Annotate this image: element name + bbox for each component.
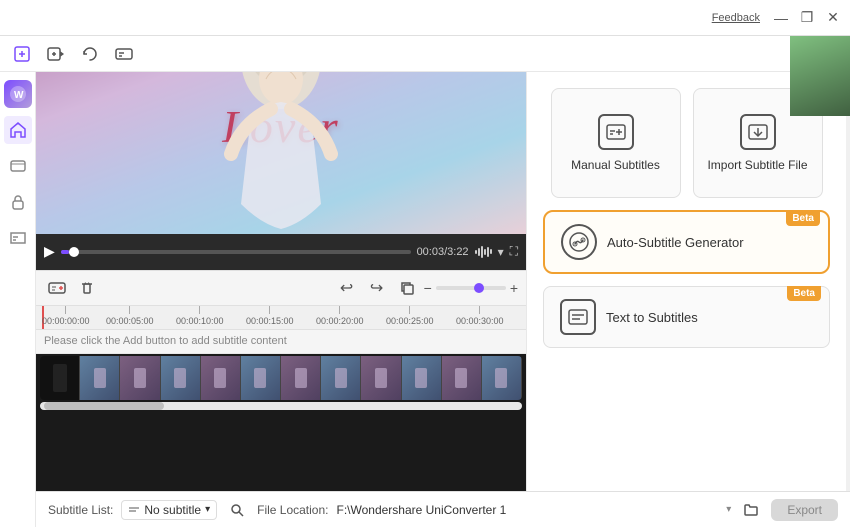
auto-subtitle-card[interactable]: Beta Auto-Subtitle Generator: [543, 210, 830, 274]
import-subtitle-label: Import Subtitle File: [707, 158, 807, 172]
video-background: Lover: [36, 72, 526, 234]
main-area: W: [0, 72, 850, 527]
auto-subtitle-label: Auto-Subtitle Generator: [607, 235, 744, 250]
file-location-label: File Location:: [257, 503, 328, 517]
text-to-subtitle-card[interactable]: Beta Text to Subtitles: [543, 286, 830, 348]
title-bar: Feedback — ❐ ✕: [0, 0, 850, 36]
video-section: Lover: [36, 72, 526, 491]
thumbnail-corner: [790, 72, 846, 116]
video-container: Lover: [36, 72, 526, 234]
thumb-6: [281, 356, 321, 400]
scrollbar-thumb: [44, 402, 164, 410]
restore-button[interactable]: ❐: [798, 9, 816, 27]
video-controls: ▶ 00:03/3:22 ▾: [36, 234, 526, 270]
text-subtitle-beta-badge: Beta: [787, 286, 821, 301]
file-path-value: F:\Wondershare UniConverter 1: [336, 503, 718, 517]
subtitle-options-row: Manual Subtitles Import Subtitle File: [543, 88, 830, 198]
close-button[interactable]: ✕: [824, 9, 842, 27]
ruler-mark-2: 00:00:10:00: [176, 306, 224, 326]
ruler-mark-1: 00:00:05:00: [106, 306, 154, 326]
subtitle-list-label: Subtitle List:: [48, 503, 113, 517]
thumb-5: [241, 356, 281, 400]
feedback-link[interactable]: Feedback: [712, 12, 760, 24]
audio-options-button[interactable]: ▾: [498, 245, 504, 259]
sidebar-item-subtitle[interactable]: [4, 224, 32, 252]
folder-button[interactable]: [739, 498, 763, 522]
app-logo: W: [4, 80, 32, 108]
timeline-content: Please click the Add button to add subti…: [36, 330, 526, 492]
search-button[interactable]: [225, 498, 249, 522]
play-button[interactable]: ▶: [44, 243, 55, 260]
manual-subtitles-card[interactable]: Manual Subtitles: [551, 88, 681, 198]
subtitle-add-button[interactable]: [44, 275, 70, 301]
export-button[interactable]: Export: [771, 499, 838, 521]
new-project-icon[interactable]: [8, 40, 36, 68]
left-sidebar: W: [0, 72, 36, 527]
right-panel: Manual Subtitles Import Subtitle File: [526, 72, 846, 491]
ruler-mark-3: 00:00:15:00: [246, 306, 294, 326]
thumb-2: [120, 356, 160, 400]
ruler-mark-4: 00:00:20:00: [316, 306, 364, 326]
video-track: [40, 356, 522, 400]
person-silhouette: [171, 72, 391, 234]
text-subtitle-icon: [560, 299, 596, 335]
thumb-8: [361, 356, 401, 400]
refresh-icon[interactable]: [76, 40, 104, 68]
thumb-7: [321, 356, 361, 400]
add-video-icon[interactable]: [42, 40, 70, 68]
text-to-subtitle-label: Text to Subtitles: [606, 310, 698, 325]
time-display: 00:03/3:22: [417, 246, 469, 258]
zoom-slider[interactable]: [436, 286, 506, 290]
subtitle-list-select[interactable]: No subtitle ▾: [121, 500, 217, 520]
video-panel-row: Lover: [36, 72, 850, 491]
toolbar: [0, 36, 850, 72]
progress-indicator: [69, 247, 79, 257]
subtitle-dropdown-icon: ▾: [205, 504, 210, 515]
edit-toolbar-right: ↩ ↪ − +: [334, 275, 518, 301]
timeline-scrollbar[interactable]: [40, 402, 522, 410]
sidebar-item-media[interactable]: [4, 152, 32, 180]
sidebar-item-lock[interactable]: [4, 188, 32, 216]
ruler-mark-6: 00:00:30:00: [456, 306, 504, 326]
minimize-button[interactable]: —: [772, 9, 790, 27]
auto-subtitle-icon: [561, 224, 597, 260]
thumb-3: [161, 356, 201, 400]
waveform-icon: [475, 246, 492, 258]
manual-subtitles-label: Manual Subtitles: [571, 158, 660, 172]
thumb-11: [482, 356, 522, 400]
thumb-9: [402, 356, 442, 400]
fullscreen-button[interactable]: ⛶: [510, 244, 518, 259]
subtitle-select-icon: [128, 504, 140, 516]
progress-bar[interactable]: [61, 250, 411, 254]
ruler-mark-5: 00:00:25:00: [386, 306, 434, 326]
thumb-4: [201, 356, 241, 400]
manual-subtitle-icon: [598, 114, 634, 150]
import-subtitle-icon: [740, 114, 776, 150]
subtitle-select-value: No subtitle: [144, 503, 201, 517]
sidebar-item-home[interactable]: [4, 116, 32, 144]
thumb-1: [80, 356, 120, 400]
thumb-0: [40, 356, 80, 400]
zoom-out-icon[interactable]: −: [424, 280, 432, 296]
timeline-ruler: 00:00:00:00 00:00:05:00 00:00:10:00 00:0…: [36, 306, 526, 330]
ruler-mark-0: 00:00:00:00: [42, 306, 90, 326]
copy-button[interactable]: [394, 275, 420, 301]
subtitle-settings-icon[interactable]: [110, 40, 138, 68]
auto-subtitle-beta-badge: Beta: [786, 211, 820, 226]
edit-toolbar: ↩ ↪ − +: [36, 270, 526, 306]
bottom-bar: Subtitle List: No subtitle ▾ File Locati…: [36, 491, 850, 527]
zoom-slider-container: − +: [424, 280, 518, 296]
undo-button[interactable]: ↩: [334, 275, 360, 301]
redo-button[interactable]: ↪: [364, 275, 390, 301]
timeline-hint: Please click the Add button to add subti…: [44, 335, 287, 347]
thumbnail-strip: [40, 356, 522, 400]
thumb-10: [442, 356, 482, 400]
subtitle-track: Please click the Add button to add subti…: [36, 330, 526, 354]
content-area: Lover: [36, 72, 850, 527]
svg-text:W: W: [14, 90, 24, 101]
zoom-in-icon[interactable]: +: [510, 280, 518, 296]
delete-button[interactable]: [74, 275, 100, 301]
file-path-dropdown-icon[interactable]: ▾: [726, 504, 731, 515]
window-controls: — ❐ ✕: [772, 9, 842, 27]
